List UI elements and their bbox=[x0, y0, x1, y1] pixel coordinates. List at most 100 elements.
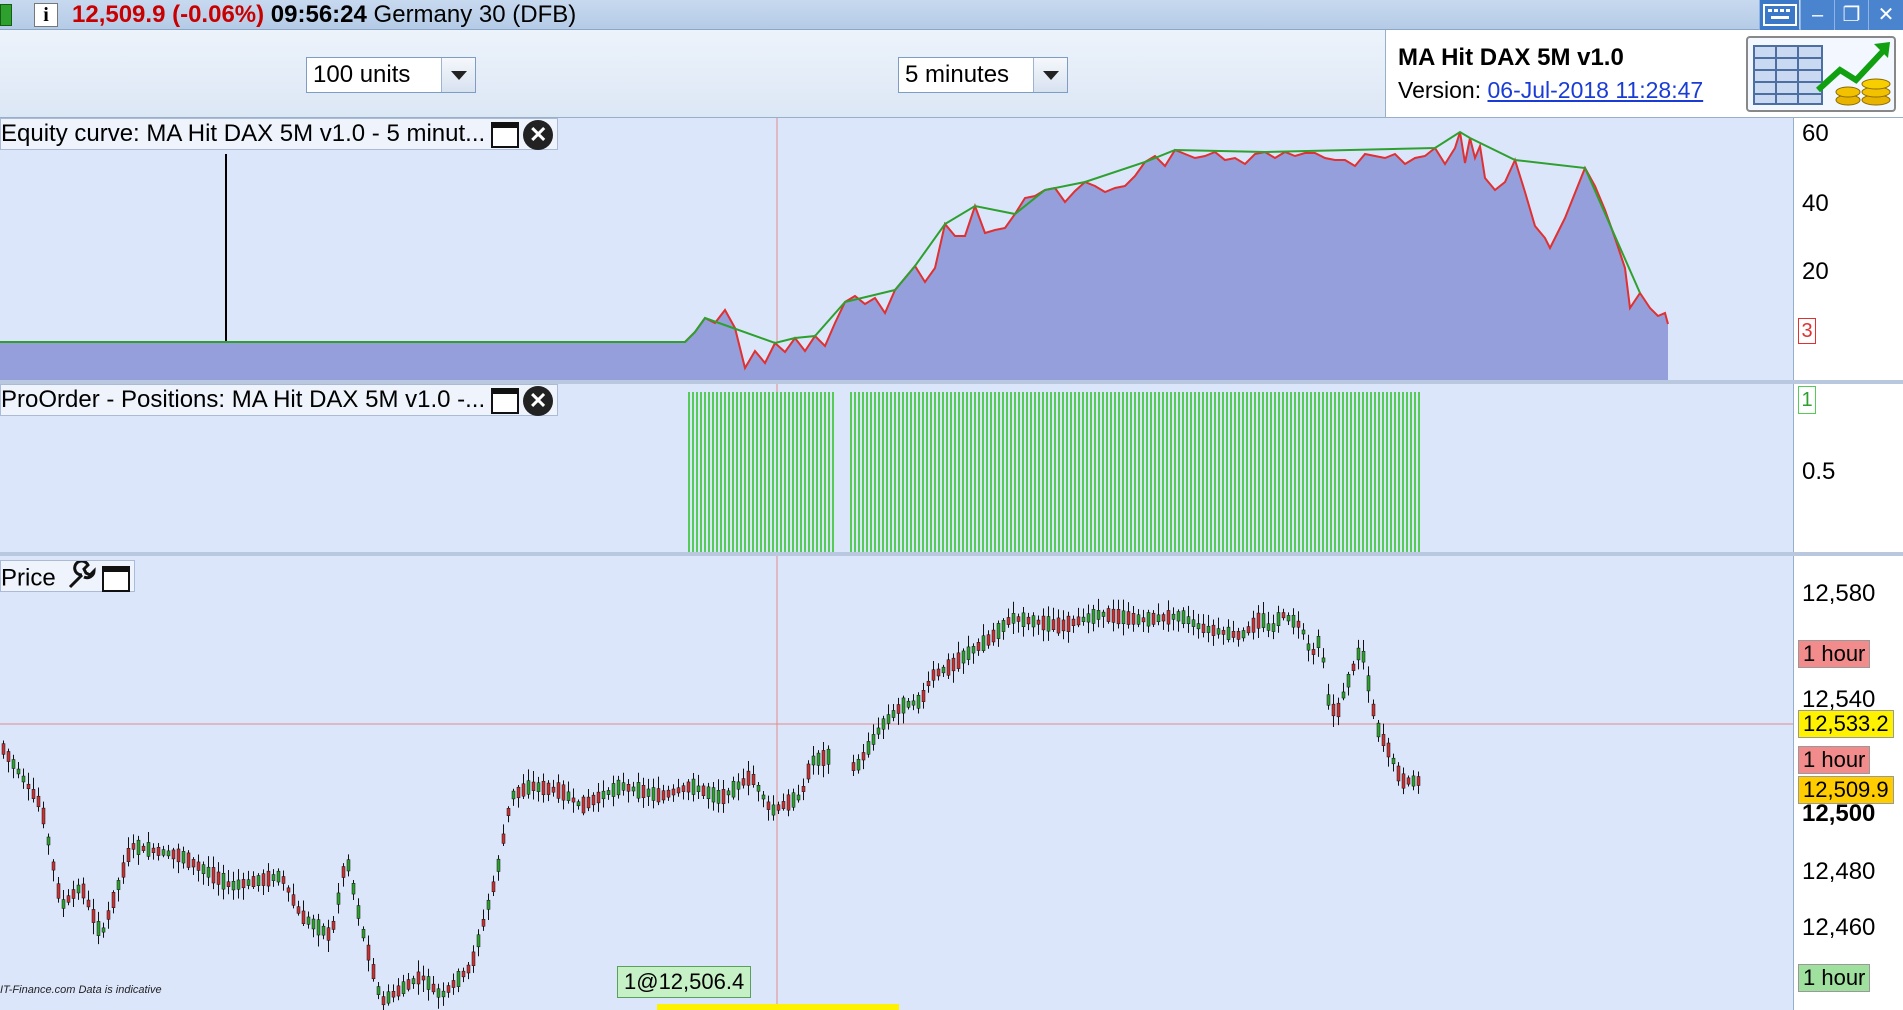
candle-body bbox=[1071, 618, 1076, 626]
candle-body bbox=[146, 842, 151, 857]
candle-body bbox=[1146, 612, 1151, 627]
minimize-icon[interactable]: – bbox=[1800, 0, 1834, 30]
candle-body bbox=[66, 895, 71, 903]
info-icon[interactable]: i bbox=[34, 3, 58, 27]
position-bar bbox=[1306, 392, 1308, 552]
candle-body bbox=[61, 899, 66, 909]
ruler-chart-icon[interactable] bbox=[1746, 36, 1896, 112]
position-bar bbox=[862, 392, 864, 552]
candle-body bbox=[466, 964, 471, 974]
equity-curve-chart bbox=[0, 118, 1669, 380]
close-icon[interactable]: ✕ bbox=[1868, 0, 1903, 30]
position-bar bbox=[800, 392, 802, 552]
position-bar bbox=[1094, 392, 1096, 552]
keyboard-icon[interactable] bbox=[1759, 0, 1799, 30]
timeframe-dropdown[interactable]: 5 minutes bbox=[898, 57, 1068, 93]
window-icon[interactable] bbox=[491, 387, 520, 414]
equity-panel-header: Equity curve: MA Hit DAX 5M v1.0 - 5 min… bbox=[0, 118, 559, 150]
position-bar bbox=[696, 392, 698, 552]
candle-body bbox=[1066, 615, 1071, 632]
position-bar bbox=[922, 392, 924, 552]
restore-icon[interactable]: ❐ bbox=[1834, 0, 1868, 30]
order-label: 1@12,506.4 bbox=[617, 966, 752, 998]
candle-body bbox=[776, 804, 781, 811]
position-bar bbox=[1166, 392, 1168, 552]
position-bar bbox=[850, 392, 852, 552]
position-bar bbox=[1350, 392, 1352, 552]
position-bar bbox=[704, 392, 706, 552]
candle-body bbox=[636, 782, 641, 799]
candle-body bbox=[1201, 623, 1206, 633]
candle-body bbox=[151, 847, 156, 853]
position-bar bbox=[1162, 392, 1164, 552]
candle-body bbox=[356, 905, 361, 919]
candle-body bbox=[556, 782, 561, 799]
candle-body bbox=[1401, 773, 1406, 789]
window-icon[interactable] bbox=[102, 566, 131, 592]
candle-body bbox=[1086, 613, 1091, 623]
position-bar bbox=[1410, 392, 1412, 552]
candle-body bbox=[726, 790, 731, 796]
position-bar bbox=[1186, 392, 1188, 552]
position-bar bbox=[1098, 392, 1100, 552]
candle-body bbox=[241, 879, 246, 889]
candle-body bbox=[996, 623, 1001, 639]
units-dropdown[interactable]: 100 units bbox=[306, 57, 476, 93]
candle-body bbox=[201, 864, 206, 874]
candle-body bbox=[1106, 608, 1111, 622]
candle-body bbox=[381, 996, 386, 1006]
position-bar bbox=[1246, 392, 1248, 552]
candle-body bbox=[601, 790, 606, 800]
candle-body bbox=[1256, 612, 1261, 629]
candle-body bbox=[1296, 620, 1301, 628]
position-bar bbox=[854, 392, 856, 552]
indicative-note: Data is indicative bbox=[78, 984, 162, 996]
candle-body bbox=[611, 783, 616, 797]
chevron-down-icon[interactable] bbox=[1033, 58, 1067, 92]
wrench-icon[interactable] bbox=[66, 559, 97, 597]
candle-body bbox=[1396, 765, 1401, 782]
position-bar bbox=[1082, 392, 1084, 552]
candle-body bbox=[26, 783, 31, 790]
position-bar bbox=[756, 392, 758, 552]
position-bar bbox=[692, 392, 694, 552]
position-bar bbox=[828, 392, 830, 552]
window-icon[interactable] bbox=[491, 121, 520, 148]
candle-body bbox=[271, 874, 276, 881]
position-bar bbox=[784, 392, 786, 552]
candle-body bbox=[721, 789, 726, 805]
position-bar bbox=[950, 392, 952, 552]
position-bar bbox=[1366, 392, 1368, 552]
position-bar bbox=[1222, 392, 1224, 552]
position-bar bbox=[930, 392, 932, 552]
position-bar bbox=[1014, 392, 1016, 552]
position-bar bbox=[1190, 392, 1192, 552]
candle-body bbox=[1301, 629, 1306, 635]
position-bar bbox=[982, 392, 984, 552]
candle-body bbox=[536, 782, 541, 792]
candle-body bbox=[926, 680, 931, 687]
version-date-link[interactable]: 06-Jul-2018 11:28:47 bbox=[1488, 77, 1704, 103]
candle-body bbox=[771, 804, 776, 816]
close-icon[interactable]: ✕ bbox=[523, 119, 554, 150]
position-bar bbox=[1038, 392, 1040, 552]
candle-body bbox=[196, 861, 201, 871]
candle-body bbox=[571, 797, 576, 803]
position-bar bbox=[1070, 392, 1072, 552]
candle-body bbox=[1386, 742, 1391, 758]
candle-body bbox=[1101, 611, 1106, 617]
close-icon[interactable]: ✕ bbox=[523, 385, 554, 416]
candle-body bbox=[1031, 615, 1036, 628]
candle-body bbox=[446, 985, 451, 993]
candle-body bbox=[566, 791, 571, 801]
candle-body bbox=[1266, 623, 1271, 631]
position-bar bbox=[1278, 392, 1280, 552]
position-bar bbox=[1282, 392, 1284, 552]
position-bar bbox=[886, 392, 888, 552]
chevron-down-icon[interactable] bbox=[441, 58, 475, 92]
position-bar bbox=[1030, 392, 1032, 552]
candle-body bbox=[936, 668, 941, 677]
candle-body bbox=[1016, 616, 1021, 622]
candle-body bbox=[461, 970, 466, 978]
candle-body bbox=[401, 981, 406, 994]
